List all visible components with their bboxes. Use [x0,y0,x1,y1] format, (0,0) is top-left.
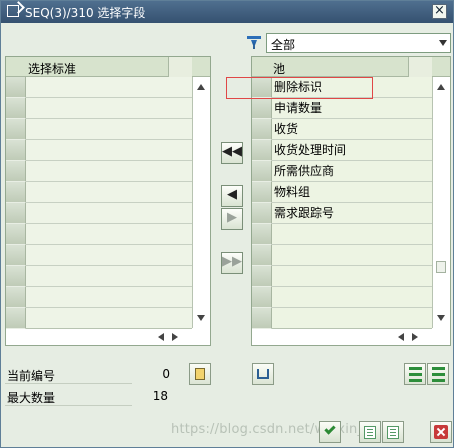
pool-table[interactable]: 池 删除标识 申请数量 收货 收货处理时间 所需供应商 物料组 需求跟踪号 [251,56,451,346]
export-button[interactable] [382,421,404,443]
pool-row[interactable]: 收货处理时间 [272,140,432,161]
vertical-scrollbar[interactable] [192,77,210,328]
pool-row[interactable]: 需求跟踪号 [272,203,432,224]
dialog-window: SEQ(3)/310 选择字段 × 全部 选择标准 ◀◀ ◀ ▶ ▶▶ 池 删除… [0,0,454,448]
current-number-value: 0 [162,367,170,381]
sort-button[interactable] [189,363,211,385]
move-all-right-button[interactable]: ▶▶ [221,252,243,274]
confirm-button[interactable] [319,421,341,443]
double-chevron-right-icon: ▶▶ [222,254,242,269]
document-icon [387,426,399,439]
move-up-icon [409,367,422,382]
close-button[interactable]: × [432,4,447,19]
filter-selected: 全部 [271,38,296,52]
pool-header: 池 [252,57,450,77]
move-down-button[interactable] [427,363,449,385]
chevron-down-icon [439,40,447,46]
max-count-divider [5,405,132,406]
double-chevron-left-icon: ◀◀ [222,144,242,159]
filter-row: 全部 [246,33,451,53]
cancel-icon [434,425,448,439]
pool-row[interactable]: 所需供应商 [272,161,432,182]
pool-rows[interactable]: 删除标识 申请数量 收货 收货处理时间 所需供应商 物料组 需求跟踪号 [272,77,432,329]
current-number-divider [5,383,132,384]
pool-scroll-down-icon[interactable] [437,315,445,321]
pool-row-headers [252,77,272,329]
horizontal-scrollbar[interactable] [26,328,192,345]
current-number-label: 当前编号 [7,369,56,383]
title-bar: SEQ(3)/310 选择字段 × [1,1,453,23]
edit-icon [7,5,19,17]
cancel-button[interactable] [430,421,452,443]
document-icon [364,426,376,439]
pool-scroll-up-icon[interactable] [437,84,445,90]
pool-scroll-right-icon[interactable] [412,333,418,341]
move-down-icon [432,367,445,382]
max-count-value: 18 [152,389,168,403]
selection-criteria-rows[interactable] [26,77,192,329]
pool-vertical-scrollbar[interactable] [432,77,450,328]
pool-scroll-thumb[interactable] [436,261,446,273]
pool-horizontal-scrollbar[interactable] [272,328,432,345]
window-title: SEQ(3)/310 选择字段 [25,6,146,20]
column-settings-button[interactable] [168,57,192,77]
sort-icon [195,368,205,380]
import-button[interactable] [359,421,381,443]
move-up-button[interactable] [404,363,426,385]
max-count-label: 最大数量 [7,391,56,405]
pool-row[interactable]: 物料组 [272,182,432,203]
checkmark-icon [324,423,336,435]
find-button[interactable] [252,363,274,385]
pool-row[interactable]: 申请数量 [272,98,432,119]
pool-title: 池 [273,62,286,76]
pool-column-settings-button[interactable] [408,57,432,77]
row-headers [6,77,26,329]
filter-dropdown[interactable]: 全部 [266,33,451,53]
selection-criteria-table[interactable]: 选择标准 [5,56,211,346]
pool-row[interactable]: 收货 [272,119,432,140]
selection-criteria-header: 选择标准 [6,57,210,77]
filter-icon [246,35,262,51]
selection-criteria-title: 选择标准 [28,62,77,76]
chevron-right-icon: ▶ [227,210,237,225]
scroll-down-icon[interactable] [197,315,205,321]
move-right-button[interactable]: ▶ [221,208,243,230]
pool-scroll-left-icon[interactable] [398,333,404,341]
move-all-left-button[interactable]: ◀◀ [221,142,243,164]
move-left-button[interactable]: ◀ [221,185,243,207]
highlighted-row-frame [226,77,373,99]
binoculars-icon [257,369,269,379]
scroll-right-icon[interactable] [172,333,178,341]
scroll-up-icon[interactable] [197,84,205,90]
chevron-left-icon: ◀ [227,187,237,202]
scroll-left-icon[interactable] [158,333,164,341]
